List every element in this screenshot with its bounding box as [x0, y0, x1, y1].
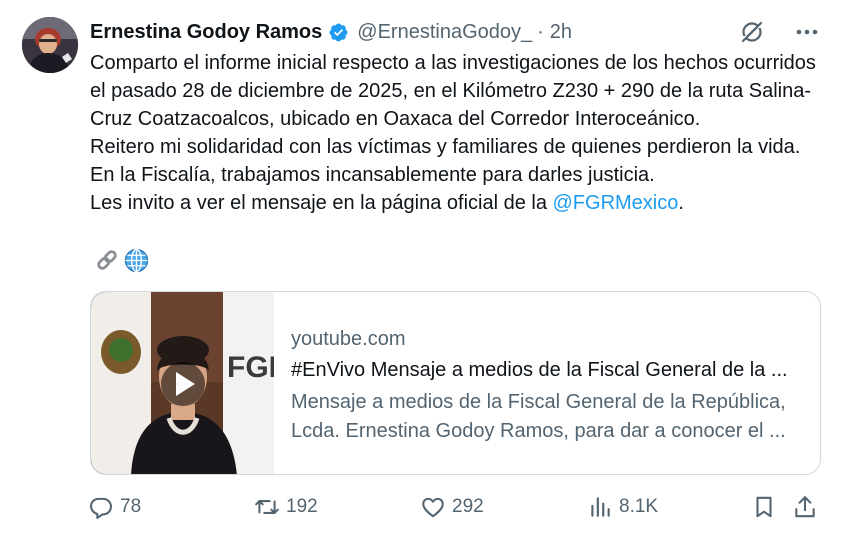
views-chart-icon [591, 497, 610, 517]
views-button[interactable]: 8.1K [587, 494, 658, 520]
globe-emoji-icon [122, 246, 150, 274]
mention-link[interactable]: @FGRMexico [553, 192, 679, 214]
card-description-line-1: Mensaje a medios de la Fiscal General de… [291, 391, 786, 413]
link-preview-card[interactable]: FGR youtube.com #EnVivo Mensaje a medios… [90, 291, 821, 475]
emoji-row [93, 246, 150, 274]
card-domain: youtube.com [291, 328, 406, 350]
thumbnail-image: FGR [91, 292, 291, 474]
author-name[interactable]: Ernestina Godoy Ramos [90, 21, 322, 44]
reply-icon [90, 497, 112, 519]
repost-button[interactable]: 192 [254, 494, 318, 520]
author-avatar[interactable] [22, 17, 78, 73]
like-button[interactable]: 292 [420, 494, 484, 520]
avatar-image [22, 17, 78, 73]
link-emoji-icon [93, 246, 121, 274]
bookmark-icon [756, 496, 772, 518]
repost-count: 192 [286, 496, 318, 517]
card-title[interactable]: #EnVivo Mensaje a medios de la Fiscal Ge… [291, 357, 806, 383]
tweet-text: Comparto el informe inicial respecto a l… [90, 49, 820, 217]
tweet-timestamp[interactable]: 2h [550, 21, 572, 44]
heart-icon [422, 497, 444, 518]
tweet-paragraph-1: Comparto el informe inicial respecto a l… [90, 52, 816, 130]
share-icon [795, 496, 815, 518]
author-handle[interactable]: @ErnestinaGodoy_ [357, 21, 532, 44]
repost-icon [255, 500, 279, 514]
thumbnail-fgr-text: FGR [227, 351, 274, 384]
tweet-action-bar: 78 192 292 8.1K [88, 490, 824, 524]
views-count: 8.1K [619, 496, 659, 517]
tweet-paragraph-3-text: Les invito a ver el mensaje en la página… [90, 192, 553, 214]
share-button[interactable] [792, 494, 818, 520]
tweet-paragraph-3-end: . [678, 192, 684, 214]
grok-icon[interactable] [738, 18, 766, 46]
header-separator: · [537, 20, 544, 43]
tweet-paragraph-3: Les invito a ver el mensaje en la página… [90, 189, 820, 217]
tweet-paragraph-2: Reitero mi solidaridad con las víctimas … [90, 136, 801, 186]
verified-badge-icon[interactable] [328, 22, 349, 43]
like-count: 292 [452, 496, 484, 517]
reply-count: 78 [120, 496, 142, 517]
card-body: youtube.com #EnVivo Mensaje a medios de … [274, 292, 820, 474]
tweet-header: Ernestina Godoy Ramos @ErnestinaGodoy_ ·… [90, 17, 824, 47]
card-description: Mensaje a medios de la Fiscal General de… [291, 388, 806, 446]
card-description-line-2: Lcda. Ernestina Godoy Ramos, para dar a … [291, 420, 786, 442]
reply-button[interactable]: 78 [88, 494, 141, 520]
more-options-icon[interactable] [792, 19, 822, 45]
bookmark-button[interactable] [751, 494, 777, 520]
video-thumbnail[interactable]: FGR [91, 292, 291, 474]
